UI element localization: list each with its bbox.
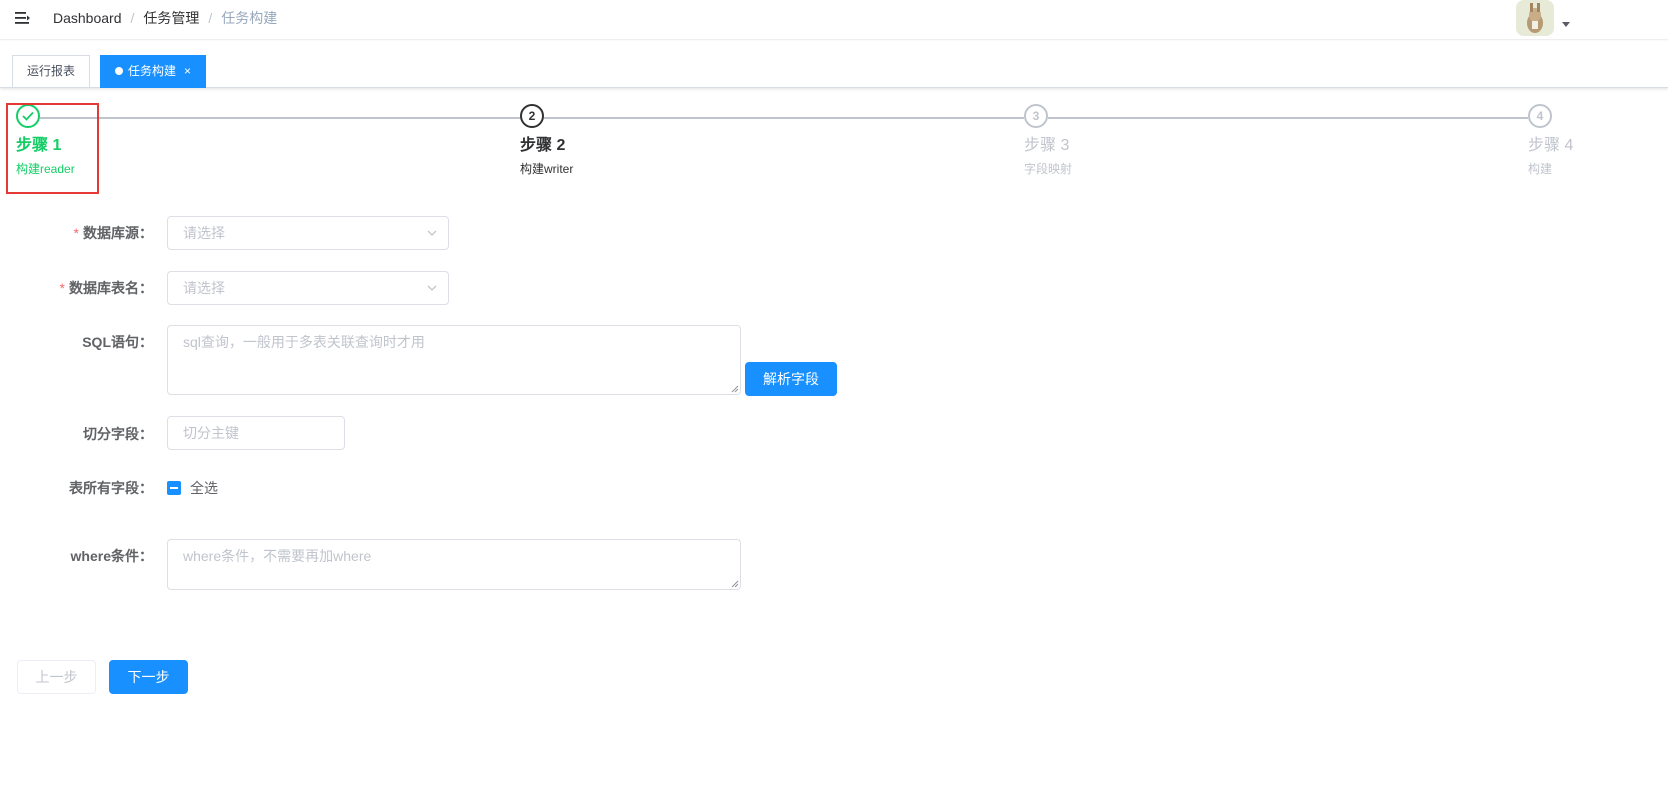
label-text: where条件： — [70, 548, 153, 564]
caret-down-icon[interactable] — [1562, 22, 1570, 27]
select-all-checkbox[interactable]: 全选 — [167, 480, 218, 496]
breadcrumb-current: 任务构建 — [221, 10, 278, 26]
where-label: where条件： — [0, 546, 153, 566]
datasource-input[interactable] — [168, 217, 448, 249]
table-input[interactable] — [168, 272, 448, 304]
navbar: Dashboard / 任务管理 / 任务构建 — [0, 0, 1668, 40]
required-mark: * — [59, 280, 65, 296]
resize-handle-icon[interactable] — [731, 385, 739, 393]
breadcrumb-dashboard[interactable]: Dashboard — [53, 9, 122, 27]
indeterminate-checkbox-icon[interactable] — [167, 481, 181, 495]
tag-run-report[interactable]: 运行报表 — [12, 55, 91, 88]
table-select[interactable] — [167, 271, 449, 305]
next-step-button[interactable]: 下一步 — [109, 660, 188, 694]
where-textarea-wrapper — [167, 539, 741, 590]
label-text: 数据库源： — [83, 225, 153, 241]
step-connector — [1048, 117, 1528, 119]
step-connector — [544, 117, 1024, 119]
label-text: SQL语句： — [82, 334, 153, 350]
steps: 步骤 1 构建reader 2 步骤 2 构建writer 3 步骤 3 字段映… — [0, 104, 1668, 194]
datasource-label: * 数据库源： — [0, 223, 153, 243]
split-label: 切分字段： — [0, 424, 153, 444]
where-textarea[interactable] — [168, 540, 740, 589]
step-number: 2 — [520, 104, 544, 128]
prev-step-button[interactable]: 上一步 — [17, 660, 96, 694]
chevron-down-icon — [427, 285, 437, 291]
active-dot-icon — [115, 67, 123, 75]
tag-label: 任务构建 — [128, 64, 177, 78]
breadcrumb: Dashboard / 任务管理 / 任务构建 — [53, 9, 277, 27]
columns-label: 表所有字段： — [0, 478, 153, 498]
split-field-input-wrapper — [167, 416, 345, 450]
label-text: 表所有字段： — [69, 480, 153, 496]
step-number: 4 — [1528, 104, 1552, 128]
label-text: 数据库表名： — [69, 280, 153, 296]
breadcrumb-separator: / — [130, 10, 135, 26]
breadcrumb-task-management[interactable]: 任务管理 — [143, 9, 199, 27]
split-field-input[interactable] — [168, 417, 344, 449]
table-label: * 数据库表名： — [0, 278, 153, 298]
required-mark: * — [73, 225, 79, 241]
avatar[interactable] — [1516, 0, 1554, 36]
close-icon[interactable]: × — [184, 56, 191, 87]
step-connector — [40, 117, 520, 119]
tag-label: 运行报表 — [27, 64, 76, 78]
highlight-box — [6, 103, 99, 194]
hamburger-menu-icon[interactable] — [14, 9, 32, 27]
datasource-select[interactable] — [167, 216, 449, 250]
avatar-image-icon — [1516, 0, 1554, 36]
tags-view: 运行报表 任务构建 × — [0, 41, 1668, 88]
select-all-label[interactable]: 全选 — [190, 478, 218, 498]
step-description: 字段映射 — [1024, 162, 1073, 176]
tag-task-build[interactable]: 任务构建 × — [100, 55, 207, 88]
breadcrumb-separator: / — [208, 10, 213, 26]
chevron-down-icon — [427, 230, 437, 236]
step-description: 构建writer — [520, 162, 574, 176]
label-text: 切分字段： — [83, 426, 153, 442]
resize-handle-icon[interactable] — [731, 580, 739, 588]
sql-label: SQL语句： — [0, 332, 153, 352]
sql-textarea[interactable] — [168, 326, 740, 394]
sql-textarea-wrapper — [167, 325, 741, 395]
step-title: 步骤 3 — [1024, 137, 1070, 154]
step-number: 3 — [1024, 104, 1048, 128]
step-description: 构建 — [1528, 162, 1553, 176]
parse-fields-button[interactable]: 解析字段 — [745, 362, 837, 396]
step-title: 步骤 4 — [1528, 137, 1574, 154]
step-title: 步骤 2 — [520, 137, 566, 154]
